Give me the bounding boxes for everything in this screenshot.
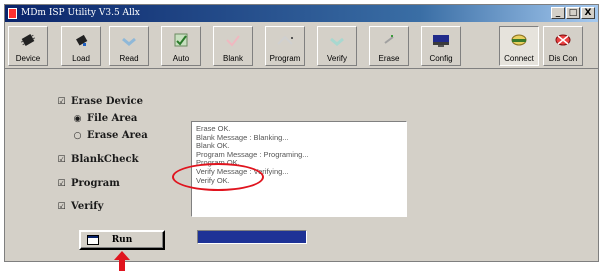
title-bar[interactable]: MDm ISP Utility V3.5 Allx _ □ X — [5, 5, 598, 22]
run-icon — [87, 235, 99, 245]
highlight-ellipse — [172, 163, 264, 191]
auto-button[interactable]: Auto — [161, 26, 201, 66]
chip-icon — [20, 34, 36, 46]
verify-icon — [330, 37, 344, 46]
program-option-label: Program — [71, 178, 120, 189]
erase-device-checkbox[interactable]: ☑ Erase Device — [57, 95, 143, 109]
checkbox-mark: ☑ — [57, 155, 66, 165]
blank-label: Blank — [222, 54, 243, 63]
config-label: Config — [429, 54, 453, 63]
pointer-arrow-icon — [114, 251, 130, 271]
read-label: Read — [119, 54, 139, 63]
progress-fill — [198, 231, 306, 243]
load-button[interactable]: Load — [61, 26, 101, 66]
config-button[interactable]: Config — [421, 26, 461, 66]
blank-check-checkbox[interactable]: ☑ BlankCheck — [57, 153, 139, 167]
erase-area-label: Erase Area — [87, 130, 148, 141]
checkbox-mark: ☑ — [57, 179, 66, 189]
erase-label: Erase — [378, 54, 400, 63]
app-window: MDm ISP Utility V3.5 Allx _ □ X Device L… — [4, 4, 599, 271]
load-label: Load — [72, 54, 90, 63]
read-button[interactable]: Read — [109, 26, 149, 66]
read-icon — [122, 37, 136, 46]
auto-label: Auto — [172, 54, 190, 63]
run-label: Run — [111, 235, 133, 245]
program-checkbox[interactable]: ☑ Program — [57, 177, 120, 191]
config-icon — [433, 35, 449, 47]
program-icon — [277, 35, 293, 45]
radio-selected: ◉ — [73, 114, 82, 124]
app-icon — [8, 8, 17, 19]
device-label: Device — [15, 54, 41, 63]
erase-area-radio[interactable]: ○ Erase Area — [73, 129, 148, 143]
connect-label: Connect — [504, 54, 534, 63]
connect-button[interactable]: Connect — [499, 26, 539, 66]
erase-icon — [384, 35, 394, 44]
erase-button[interactable]: Erase — [369, 26, 409, 66]
verify-label: Verify — [326, 54, 347, 63]
verify-checkbox[interactable]: ☑ Verify — [57, 200, 103, 214]
disconnect-icon — [555, 34, 571, 46]
close-button[interactable]: X — [581, 7, 595, 19]
toolbar: Device Load Read Auto Blank Program Veri… — [5, 24, 598, 69]
connect-icon — [511, 34, 527, 46]
load-icon — [76, 34, 88, 46]
verify-button[interactable]: Verify — [317, 26, 357, 66]
checkbox-mark: ☑ — [57, 97, 66, 107]
program-label: Program — [269, 54, 301, 63]
device-button[interactable]: Device — [8, 26, 48, 66]
maximize-button[interactable]: □ — [566, 7, 580, 19]
erase-device-label: Erase Device — [71, 96, 143, 107]
file-area-radio[interactable]: ◉ File Area — [73, 112, 138, 126]
verify-option-label: Verify — [71, 201, 104, 212]
run-button[interactable]: Run — [79, 230, 165, 250]
radio-unselected: ○ — [73, 131, 82, 141]
blank-check-label: BlankCheck — [71, 154, 139, 165]
file-area-label: File Area — [87, 113, 138, 124]
disconnect-label: Dis Con — [548, 54, 578, 63]
auto-icon — [174, 33, 188, 47]
window-title: MDm ISP Utility V3.5 Allx — [21, 8, 140, 18]
blank-button[interactable]: Blank — [213, 26, 253, 66]
progress-bar — [197, 230, 307, 244]
disconnect-button[interactable]: Dis Con — [543, 26, 583, 66]
checkbox-mark: ☑ — [57, 202, 66, 212]
minimize-button[interactable]: _ — [551, 7, 565, 19]
program-button[interactable]: Program — [265, 26, 305, 66]
blank-icon — [226, 35, 240, 47]
